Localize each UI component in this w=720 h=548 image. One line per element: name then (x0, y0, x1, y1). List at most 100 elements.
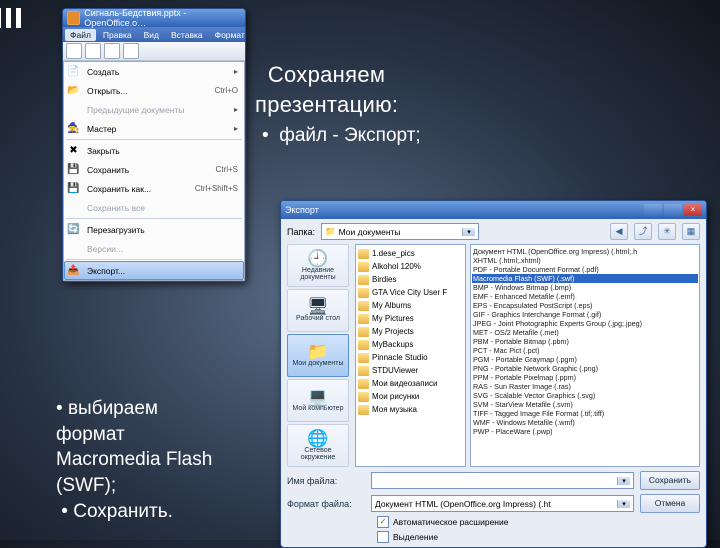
menu-Формат[interactable]: Формат (210, 29, 250, 41)
menu-item-label: Сохранить (87, 165, 129, 175)
filetype-option[interactable]: JPEG - Joint Photographic Experts Group … (473, 319, 697, 328)
folder-item[interactable]: STDUViewer (358, 364, 463, 377)
views-button[interactable]: ▦ (682, 223, 700, 240)
folder-icon: 📁 (325, 226, 336, 237)
place-item[interactable]: 🖥Рабочий стол (287, 289, 349, 332)
place-item[interactable]: 🕘Недавниедокументы (287, 244, 349, 287)
menu-item: Версии... (64, 239, 244, 258)
filetype-option[interactable]: MET - OS/2 Metafile (.met) (473, 328, 697, 337)
filetype-option[interactable]: PBM - Portable Bitmap (.pbm) (473, 337, 697, 346)
menu-item-icon: 🧙 (66, 121, 81, 136)
slide-heading: Сохраняем презентацию: (255, 60, 398, 119)
filetype-option[interactable]: BMP - Windows Bitmap (.bmp) (473, 283, 697, 292)
menu-item-label: Открыть... (87, 86, 127, 96)
folder-icon (358, 288, 369, 298)
menu-Файл[interactable]: Файл (65, 29, 96, 41)
filename-label: Имя файла: (287, 476, 365, 486)
chevron-down-icon: ▾ (462, 228, 475, 236)
filetype-option[interactable]: GIF - Graphics Interchange Format (.gif) (473, 310, 697, 319)
menu-item[interactable]: 📄Создать▸ (64, 62, 244, 81)
filetype-list[interactable]: Документ HTML (OpenOffice.org Impress) (… (470, 244, 700, 467)
menu-item-shortcut: Ctrl+S (216, 165, 238, 174)
folder-item[interactable]: MyBackups (358, 338, 463, 351)
filetype-option[interactable]: Macromedia Flash (SWF) (.swf) (472, 274, 698, 283)
place-item[interactable]: 📁Мои документы (287, 334, 349, 377)
menu-item[interactable]: 💾 Сохранить Ctrl+S (64, 160, 244, 179)
slide-bullet1: файл - Экспорт; (262, 125, 421, 147)
menu-item-shortcut: Ctrl+O (215, 86, 238, 95)
filetype-option[interactable]: PWP - PlaceWare (.pwp) (473, 427, 697, 436)
toolbar-icon[interactable] (66, 43, 82, 59)
new-folder-button[interactable]: ✳ (658, 223, 676, 240)
folder-icon (358, 314, 369, 324)
app-icon (67, 11, 80, 25)
titlebar: Экспорт × (281, 201, 706, 219)
slide-stripes (0, 8, 26, 33)
selection-checkbox[interactable]: Выделение (377, 531, 700, 543)
filetype-option[interactable]: PPM - Portable Pixelmap (.ppm) (473, 373, 697, 382)
folder-item[interactable]: My Albums (358, 299, 463, 312)
close-button[interactable]: × (684, 204, 702, 216)
filetype-field[interactable]: Документ HTML (OpenOffice.org Impress) (… (371, 495, 634, 512)
menu-item[interactable]: 📤Экспорт... (64, 261, 244, 280)
back-button[interactable]: ◀ (610, 223, 628, 240)
filetype-option[interactable]: PGM - Portable Graymap (.pgm) (473, 355, 697, 364)
folder-item[interactable]: Мои видеозаписи (358, 377, 463, 390)
menu-item[interactable]: 📂Открыть...Ctrl+O (64, 81, 244, 100)
folder-list[interactable]: 1.dese_picsAlkohol 120%BirdiesGTA Vice C… (355, 244, 466, 467)
heading-line2: презентацию: (255, 92, 398, 117)
filetype-option[interactable]: SVM - StarView Metafile (.svm) (473, 400, 697, 409)
toolbar (63, 42, 245, 61)
menu-item[interactable]: ✖Закрыть (64, 141, 244, 160)
folder-item[interactable]: My Projects (358, 325, 463, 338)
slide-bullets-lower: выбираем формат Macromedia Flash (SWF); … (56, 396, 271, 524)
autoext-checkbox[interactable]: ✓Автоматическое расширение (377, 516, 700, 528)
folder-icon (358, 275, 369, 285)
menu-Вид[interactable]: Вид (139, 29, 164, 41)
toolbar-icon[interactable] (85, 43, 101, 59)
filetype-option[interactable]: WMF - Windows Metafile (.wmf) (473, 418, 697, 427)
filetype-option[interactable]: Документ HTML (OpenOffice.org Impress) (… (473, 247, 697, 256)
filetype-option[interactable]: SVG - Scalable Vector Graphics (.svg) (473, 391, 697, 400)
maximize-button[interactable] (664, 204, 682, 216)
filetype-option[interactable]: EPS - Encapsulated PostScript (.eps) (473, 301, 697, 310)
place-item[interactable]: 🌐Сетевоеокружение (287, 424, 349, 467)
menu-item-label: Мастер (87, 124, 116, 134)
folder-item[interactable]: My Pictures (358, 312, 463, 325)
folder-item[interactable]: 1.dese_pics (358, 247, 463, 260)
folder-combo[interactable]: 📁 Мои документы ▾ (321, 223, 479, 240)
menu-Вставка[interactable]: Вставка (166, 29, 208, 41)
menu-item-icon: 💾 (66, 162, 81, 177)
filename-field[interactable]: ▾ (371, 472, 634, 489)
folder-item[interactable]: Birdies (358, 273, 463, 286)
filetype-option[interactable]: PNG - Portable Network Graphic (.png) (473, 364, 697, 373)
folder-item[interactable]: Мои рисунки (358, 390, 463, 403)
minimize-button[interactable] (644, 204, 662, 216)
filetype-option[interactable]: TIFF - Tagged Image File Format (.tif;.t… (473, 409, 697, 418)
menu-item[interactable]: 🧙Мастер▸ (64, 119, 244, 138)
cancel-button[interactable]: Отмена (640, 494, 700, 513)
save-button[interactable]: Сохранить (640, 471, 700, 490)
toolbar-icon[interactable] (123, 43, 139, 59)
filetype-option[interactable]: PDF - Portable Document Format (.pdf) (473, 265, 697, 274)
folder-item[interactable]: Моя музыка (358, 403, 463, 416)
filetype-option[interactable]: RAS - Sun Raster Image (.ras) (473, 382, 697, 391)
place-item[interactable]: 💻Мой компьютер (287, 379, 349, 422)
screenshot-export-dialog: Экспорт × Папка: 📁 Мои документы ▾ ◀ ⤴ ✳… (280, 200, 707, 548)
menu-item[interactable]: 💾Сохранить как...Ctrl+Shift+S (64, 179, 244, 198)
folder-item[interactable]: Pinnacle Studio (358, 351, 463, 364)
folder-item[interactable]: Alkohol 120% (358, 260, 463, 273)
toolbar-icon[interactable] (104, 43, 120, 59)
menu-item-label: Сохранить все (87, 203, 145, 213)
menu-item-label: Создать (87, 67, 119, 77)
up-button[interactable]: ⤴ (634, 223, 652, 240)
menu-item-label: Закрыть (87, 146, 120, 156)
folder-icon (358, 405, 369, 415)
filetype-option[interactable]: EMF - Enhanced Metafile (.emf) (473, 292, 697, 301)
filetype-option[interactable]: XHTML (.html;.xhtml) (473, 256, 697, 265)
folder-icon (358, 262, 369, 272)
menu-item[interactable]: 🔄Перезагрузить (64, 220, 244, 239)
filetype-option[interactable]: PCT - Mac Pict (.pct) (473, 346, 697, 355)
folder-item[interactable]: GTA Vice City User F (358, 286, 463, 299)
menu-Правка[interactable]: Правка (98, 29, 137, 41)
